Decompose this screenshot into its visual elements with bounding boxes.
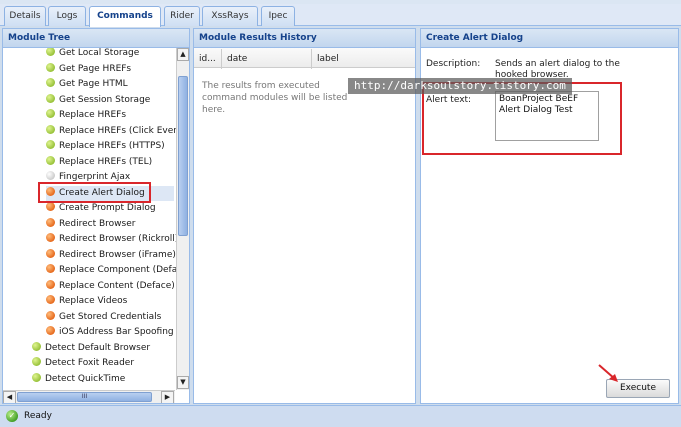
tree-item-label: Replace Content (Deface)	[59, 280, 175, 291]
green-status-icon	[32, 357, 41, 366]
green-status-icon	[46, 155, 55, 165]
tab-logs[interactable]: Logs	[48, 6, 86, 26]
orange-status-icon	[46, 202, 55, 211]
orange-status-icon	[46, 326, 55, 335]
tab-rider[interactable]: Rider	[164, 6, 200, 26]
column-date[interactable]: date	[222, 49, 312, 69]
tree-item[interactable]: Replace HREFs (Click Events	[46, 124, 187, 139]
status-text: Ready	[24, 411, 52, 421]
results-empty-message: The results from executed command module…	[202, 81, 348, 115]
watermark-url: http://darksoulstory.tistory.com	[348, 78, 572, 94]
tree-item-label: Detect QuickTime	[45, 373, 126, 384]
tree-item[interactable]: Get Stored Credentials	[46, 310, 174, 325]
tree-horizontal-scrollbar[interactable]: ◀ III ▶	[3, 390, 175, 403]
tab-details[interactable]: Details	[4, 6, 46, 26]
tree-item[interactable]: Detect Foxit Reader	[32, 356, 174, 371]
tree-item-label: Replace HREFs (TEL)	[59, 156, 153, 167]
orange-status-icon	[46, 248, 55, 258]
orange-status-icon	[46, 310, 55, 320]
tab-xssrays[interactable]: XssRays	[202, 6, 258, 26]
orange-status-icon	[46, 217, 55, 227]
tree-item[interactable]: Redirect Browser (Rickroll)	[46, 232, 178, 247]
scroll-down-icon[interactable]: ▼	[177, 376, 189, 389]
scroll-up-icon[interactable]: ▲	[177, 48, 189, 61]
tree-item[interactable]: Get Page HTML	[46, 77, 174, 92]
tree-vertical-scrollbar[interactable]: ▲ ▼	[176, 48, 189, 390]
selected-module-highlight	[38, 182, 151, 203]
tree-item-label: Get Page HTML	[59, 79, 128, 89]
tree-item-label: Replace Videos	[59, 296, 128, 306]
tree-item[interactable]: Get Local Storage	[46, 48, 174, 61]
orange-status-icon	[46, 233, 55, 242]
green-status-icon	[46, 140, 55, 149]
tree-item[interactable]: Detect Default Browser	[32, 341, 174, 356]
tree-item[interactable]: Redirect Browser (iFrame)	[46, 248, 176, 263]
status-bar: ✓ Ready	[0, 405, 681, 427]
column-label[interactable]: label	[312, 49, 415, 69]
grey-status-icon	[46, 171, 55, 180]
alert-dialog-title: Create Alert Dialog	[421, 29, 678, 48]
green-status-icon	[32, 341, 41, 351]
tree-item[interactable]: Get Session Storage	[46, 93, 174, 108]
tree-item[interactable]: Replace Content (Deface)	[46, 279, 175, 294]
tree-item[interactable]: Redirect Browser	[46, 217, 174, 232]
orange-status-icon	[46, 264, 55, 273]
tree-item-label: Replace HREFs (Click Events	[59, 125, 188, 136]
tree-item[interactable]: Replace HREFs	[46, 108, 174, 123]
green-status-icon	[46, 109, 55, 118]
tree-item-label: Fingerprint Ajax	[59, 172, 131, 182]
scroll-thumb[interactable]	[178, 76, 188, 236]
tree-item[interactable]: Replace Videos	[46, 294, 174, 309]
orange-status-icon	[46, 295, 55, 304]
tree-item[interactable]: iOS Address Bar Spoofing	[46, 325, 174, 340]
arrow-pointer-icon	[598, 364, 618, 382]
tree-item[interactable]: Replace HREFs (TEL)	[46, 155, 174, 170]
tree-item-label: Detect Foxit Reader	[45, 358, 135, 368]
green-status-icon	[46, 62, 55, 72]
tree-item-label: iOS Address Bar Spoofing	[59, 327, 174, 337]
module-tree: Detect QuickTime Detect Foxit Reader Detec…	[3, 48, 189, 403]
tree-item[interactable]: Replace Component (Deface	[46, 263, 188, 278]
tab-commands[interactable]: Commands	[89, 6, 161, 27]
green-status-icon	[46, 48, 55, 56]
tree-item-label: Create Prompt Dialog	[59, 203, 156, 213]
description-label: Description:	[426, 59, 481, 69]
tree-item-label: Replace HREFs (HTTPS)	[59, 141, 165, 151]
tree-item-label: Get Local Storage	[59, 48, 140, 58]
module-tree-panel: Module Tree Detect QuickTime Detect Foxit…	[2, 28, 190, 404]
tree-item-label: Get Page HREFs	[59, 63, 132, 74]
scroll-right-icon[interactable]: ▶	[161, 391, 174, 403]
tree-item-label: Redirect Browser	[59, 218, 136, 229]
tree-item[interactable]: Replace HREFs (HTTPS)	[46, 139, 174, 154]
column-id[interactable]: id...	[194, 49, 222, 69]
scroll-left-icon[interactable]: ◀	[3, 391, 16, 403]
tree-item[interactable]: Detect QuickTime	[32, 372, 174, 387]
scroll-thumb-horizontal[interactable]: III	[17, 392, 152, 402]
green-status-icon	[46, 93, 55, 103]
tab-bar: Details Logs Commands Rider XssRays Ipec	[0, 4, 681, 27]
module-tree-title: Module Tree	[3, 29, 189, 48]
tree-item-label: Get Stored Credentials	[59, 311, 162, 322]
tree-item-label: Redirect Browser (iFrame)	[59, 249, 176, 260]
tab-ipec[interactable]: Ipec	[261, 6, 295, 26]
green-status-icon	[46, 78, 55, 87]
tree-item-label: Detect Default Browser	[45, 342, 151, 353]
tree-item-label: Replace Component (Deface	[59, 265, 188, 275]
tree-item-label: Redirect Browser (Rickroll)	[59, 234, 179, 244]
ready-check-icon: ✓	[6, 410, 18, 422]
tree-item-label: Get Session Storage	[59, 94, 151, 105]
green-status-icon	[46, 124, 55, 134]
tree-item[interactable]: Create Prompt Dialog	[46, 201, 174, 216]
tree-item[interactable]: Get Page HREFs	[46, 62, 174, 77]
green-status-icon	[32, 372, 41, 382]
module-results-title: Module Results History	[194, 29, 415, 48]
tree-item-label: Replace HREFs	[59, 110, 127, 120]
orange-status-icon	[46, 279, 55, 289]
